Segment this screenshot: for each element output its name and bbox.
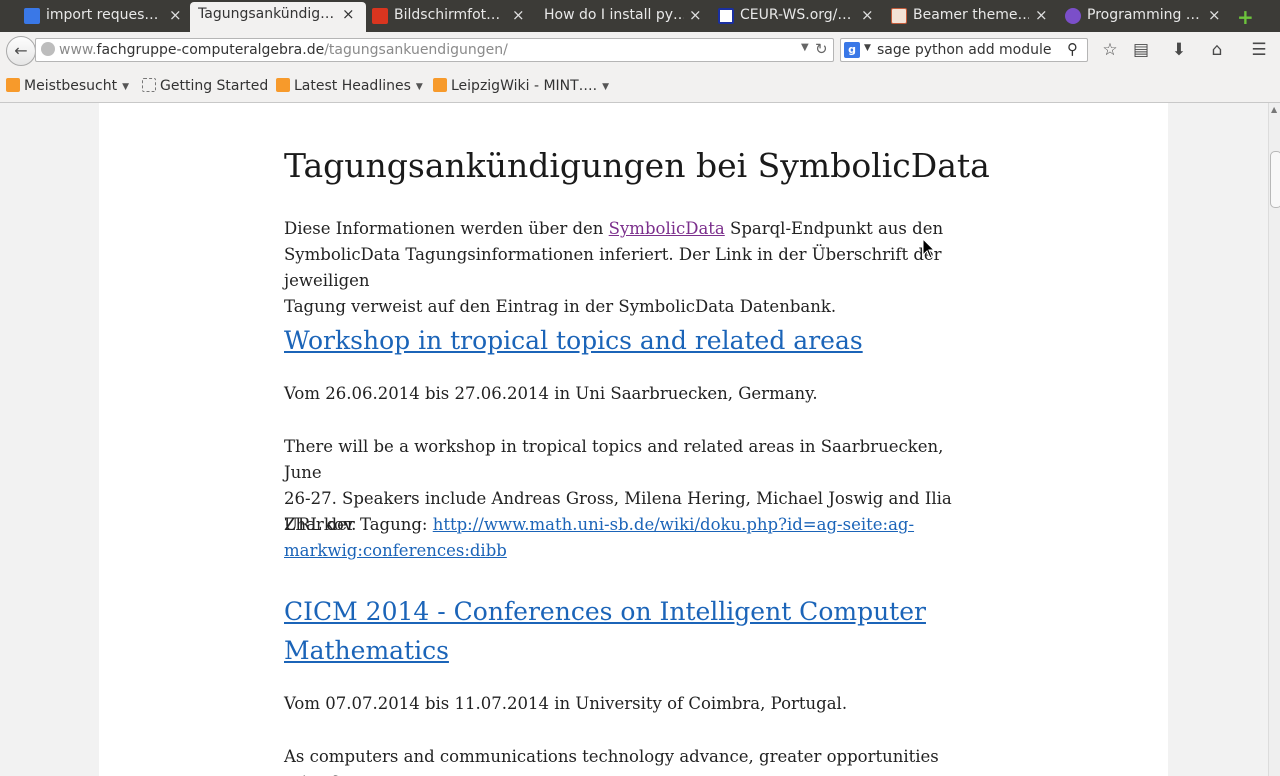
downloads-icon[interactable]: ⬇ [1169, 40, 1189, 60]
intro-text: SymbolicData Tagungsinformationen inferi… [284, 245, 942, 290]
google-icon [24, 8, 40, 24]
tab-title: CEUR-WS.org/… [740, 7, 852, 23]
intro-text: Tagung verweist auf den Eintrag in der S… [284, 297, 837, 316]
close-icon[interactable]: × [1208, 6, 1221, 24]
navigation-bar: ← www.fachgruppe-computeralgebra.de/tagu… [0, 32, 1280, 68]
url-text[interactable]: www.fachgruppe-computeralgebra.de/tagung… [59, 42, 508, 58]
bookmark-latest-headlines[interactable]: Latest Headlines ▼ [276, 78, 423, 94]
new-tab-button[interactable]: + [1237, 5, 1254, 29]
tab-how-do-i-install[interactable]: How do I install py… × [544, 3, 704, 29]
search-bar[interactable]: g ▼ sage python add module ⚲ [840, 38, 1088, 62]
scrollbar-thumb[interactable] [1270, 151, 1280, 208]
rss-folder-icon [6, 78, 20, 92]
globe-purple-icon [1065, 8, 1081, 24]
bookmark-label: Getting Started [160, 78, 269, 94]
mouse-cursor-icon [922, 238, 936, 259]
home-icon[interactable]: ⌂ [1207, 40, 1227, 60]
intro-text: Sparql-Endpunkt aus den [724, 219, 944, 238]
bookmark-label: Latest Headlines [294, 78, 411, 94]
bookmarks-toolbar: Meistbesucht ▼ Getting Started Latest Hea… [0, 68, 1280, 103]
url-domain: fachgruppe-computeralgebra.de [96, 42, 325, 58]
bookmark-star-icon[interactable]: ☆ [1100, 40, 1120, 60]
tab-title: import reques… [46, 7, 159, 23]
tab-import-requests[interactable]: import reques… × [24, 3, 184, 29]
chevron-down-icon[interactable]: ▼ [864, 43, 871, 53]
blank-page-icon [142, 78, 156, 92]
close-icon[interactable]: × [861, 6, 874, 24]
event-dates: Vom 07.07.2014 bis 11.07.2014 in Univers… [284, 694, 848, 713]
tab-beamer-theme[interactable]: Beamer theme… × [891, 3, 1051, 29]
bookmark-label: LeipzigWiki - MINT…. [451, 78, 598, 94]
reading-list-icon[interactable]: ▤ [1131, 40, 1151, 60]
event-title-text[interactable]: Mathematics [284, 636, 449, 665]
chevron-down-icon: ▼ [415, 82, 423, 92]
page-content: Tagungsankündigungen bei SymbolicData Di… [99, 103, 1168, 776]
google-search-engine-icon[interactable]: g [844, 42, 860, 58]
page-icon [891, 8, 907, 24]
close-icon[interactable]: × [169, 6, 182, 24]
intro-text: Diese Informationen werden über den [284, 219, 609, 238]
globe-icon [41, 42, 55, 56]
event-title-link[interactable]: CICM 2014 - Conferences on Intelligent C… [284, 592, 984, 670]
tab-strip: import reques… × Tagungsankündig… × Bild… [0, 0, 1280, 32]
event-dates: Vom 26.06.2014 bis 27.06.2014 in Uni Saa… [284, 384, 818, 403]
search-input[interactable]: sage python add module [877, 42, 1052, 58]
menu-icon[interactable]: ☰ [1249, 40, 1269, 60]
search-icon[interactable]: ⚲ [1067, 40, 1078, 58]
tab-tagungsankuendigungen[interactable]: Tagungsankündig… × [190, 2, 366, 32]
page-viewport: Tagungsankündigungen bei SymbolicData Di… [0, 103, 1268, 776]
event-url-label: URL der Tagung: [284, 515, 433, 534]
url-path: /tagungsankuendigungen/ [324, 42, 508, 58]
chevron-down-icon: ▼ [602, 82, 610, 92]
event-title-link[interactable]: Workshop in tropical topics and related … [284, 321, 984, 360]
close-icon[interactable]: × [512, 6, 525, 24]
tab-title: Programming … [1087, 7, 1199, 23]
event-url-link[interactable]: markwig:conferences:dibb [284, 541, 507, 560]
tab-title: Beamer theme… [913, 7, 1029, 23]
symbolicdata-link[interactable]: SymbolicData [609, 219, 725, 238]
bookmark-label: Meistbesucht [24, 78, 118, 94]
bookmark-red-icon [372, 8, 388, 24]
event-url-link[interactable]: http://www.math.uni-sb.de/wiki/doku.php?… [433, 515, 914, 534]
tab-ceur-ws[interactable]: CEUR-WS.org/… × [718, 3, 878, 29]
event-url: URL der Tagung: http://www.math.uni-sb.d… [284, 512, 984, 564]
page-title: Tagungsankündigungen bei SymbolicData [284, 146, 990, 185]
event-description-text: There will be a workshop in tropical top… [284, 437, 944, 482]
bookmark-leipzigwiki[interactable]: LeipzigWiki - MINT…. ▼ [433, 78, 609, 94]
tab-title: Bildschirmfot… [394, 7, 501, 23]
tab-title: How do I install py… [544, 7, 684, 23]
intro-paragraph: Diese Informationen werden über den Symb… [284, 216, 984, 320]
tab-bildschirmfoto[interactable]: Bildschirmfot… × [372, 3, 532, 29]
close-icon[interactable]: × [342, 5, 355, 23]
close-icon[interactable]: × [1035, 6, 1048, 24]
chevron-down-icon: ▼ [122, 82, 130, 92]
rss-icon [433, 78, 447, 92]
tab-programming[interactable]: Programming … × [1065, 3, 1225, 29]
chevron-down-icon[interactable]: ▼ [801, 42, 809, 53]
url-bar[interactable]: www.fachgruppe-computeralgebra.de/tagung… [35, 38, 834, 62]
bookmark-getting-started[interactable]: Getting Started [142, 78, 268, 94]
rss-icon [276, 78, 290, 92]
bookmark-meistbesucht[interactable]: Meistbesucht ▼ [6, 78, 129, 94]
scroll-up-icon[interactable]: ▲ [1271, 105, 1277, 114]
back-button[interactable]: ← [6, 36, 36, 66]
vertical-scrollbar[interactable]: ▲ [1268, 103, 1280, 776]
close-icon[interactable]: × [689, 6, 702, 24]
ceur-icon [718, 8, 734, 24]
event-description: As computers and communications technolo… [284, 747, 939, 776]
url-prefix: www. [59, 42, 97, 58]
tab-title: Tagungsankündig… [198, 6, 335, 22]
reload-icon[interactable]: ↻ [815, 40, 828, 58]
event-title-text[interactable]: CICM 2014 - Conferences on Intelligent C… [284, 597, 926, 626]
